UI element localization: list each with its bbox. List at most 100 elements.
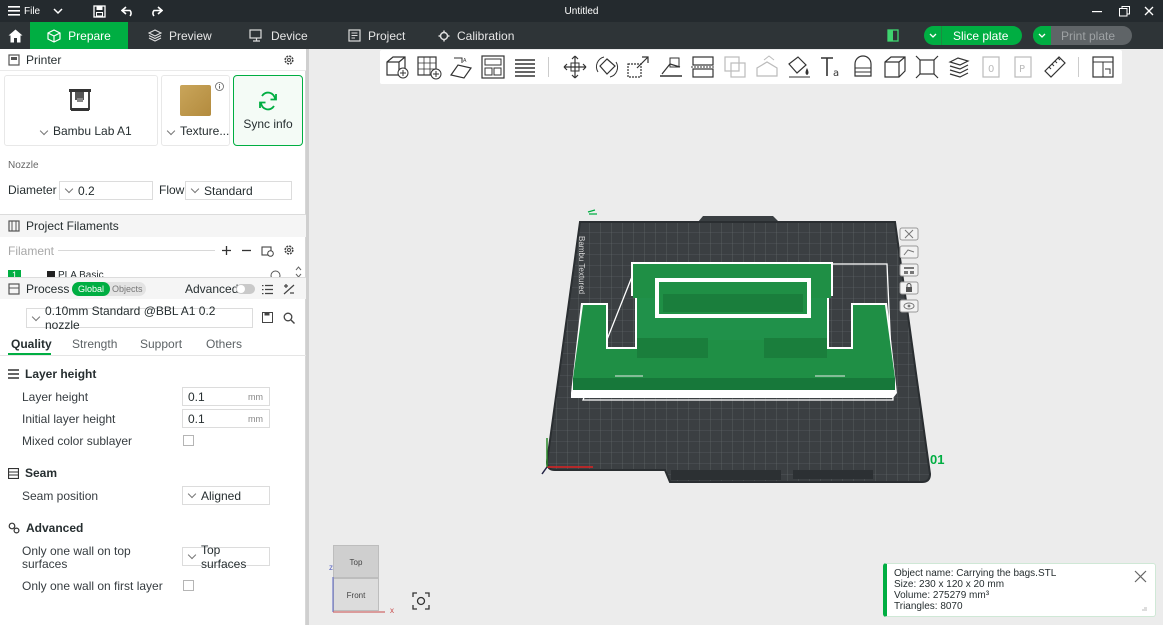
process-preset-value: 0.10mm Standard @BBL A1 0.2 nozzle — [44, 304, 216, 332]
undo-icon[interactable] — [121, 0, 135, 22]
slice-layers-icon[interactable] — [946, 54, 972, 80]
global-objects-toggle[interactable]: Global Objects — [72, 282, 146, 296]
tab-prepare[interactable]: Prepare — [30, 22, 128, 49]
file-dropdown-chevron-icon[interactable] — [52, 0, 64, 22]
home-button[interactable] — [0, 22, 30, 49]
slice-dropdown-chevron-icon[interactable] — [924, 26, 942, 45]
tab-device[interactable]: Device — [249, 22, 308, 49]
flow-select[interactable]: Standard — [185, 181, 292, 200]
search-settings-icon[interactable] — [283, 312, 295, 324]
simplify-icon[interactable] — [754, 54, 780, 80]
filament-sync-icon[interactable] — [261, 244, 274, 257]
ruler-icon[interactable] — [1042, 54, 1068, 80]
seam-position-select[interactable]: Aligned — [182, 486, 270, 505]
plate-type-card[interactable]: Texture... — [161, 75, 230, 146]
tab-calibration[interactable]: Calibration — [438, 22, 514, 49]
zoom-fit-icon[interactable] — [412, 592, 430, 610]
process-list-icon[interactable] — [262, 284, 274, 295]
printer-icon — [69, 89, 91, 111]
save-preset-icon[interactable] — [262, 312, 273, 323]
plate-info-icon[interactable] — [215, 82, 224, 91]
filament-settings-gear-icon[interactable] — [283, 244, 295, 256]
lay-on-face-icon[interactable] — [658, 54, 684, 80]
tab-others[interactable]: Others — [206, 337, 242, 351]
plate-close-icon[interactable] — [899, 227, 919, 241]
plate-layout-icon[interactable] — [887, 22, 899, 49]
printer-card-chevron-icon — [39, 126, 53, 140]
seam-position-label: Seam position — [22, 489, 99, 503]
process-preset-select[interactable]: 0.10mm Standard @BBL A1 0.2 nozzle — [26, 304, 253, 332]
sync-info-button[interactable]: Sync info — [233, 75, 303, 146]
file-menu[interactable]: File — [8, 0, 40, 22]
close-window-icon[interactable] — [1144, 0, 1154, 22]
printer-card[interactable]: Bambu Lab A1 — [4, 75, 158, 146]
object-size-line: Size: 230 x 120 x 20 mm — [894, 579, 1005, 590]
plate-lock-icon[interactable] — [899, 281, 919, 295]
plate-settings-icon[interactable]: P — [1010, 54, 1036, 80]
plate-type-label: Texture... — [180, 124, 230, 138]
arrange-icon[interactable] — [480, 54, 506, 80]
top-wall-select[interactable]: Top surfaces — [182, 543, 270, 571]
seam-icon — [8, 467, 19, 479]
tab-preview[interactable]: Preview — [148, 22, 212, 49]
plate-arrange-icon[interactable] — [899, 263, 919, 277]
tab-strength[interactable]: Strength — [72, 337, 117, 351]
text-tool-icon[interactable]: a — [818, 54, 844, 80]
print-plate-button[interactable]: Print plate — [1033, 26, 1132, 45]
mixed-color-sublayer-label: Mixed color sublayer — [22, 434, 133, 448]
fit-bounds-icon[interactable] — [914, 54, 940, 80]
save-icon[interactable] — [93, 0, 106, 22]
tab-label: Project — [368, 28, 406, 43]
split-view-icon[interactable] — [1090, 54, 1116, 80]
seam-paint-icon[interactable] — [850, 54, 876, 80]
left-sidebar: Printer Bambu Lab A1 Texture... Sync inf… — [0, 49, 306, 625]
slice-plate-button[interactable]: Slice plate — [924, 26, 1022, 45]
add-plate-icon[interactable] — [416, 54, 442, 80]
boolean-icon[interactable] — [722, 54, 748, 80]
objects-option[interactable]: Objects — [112, 282, 143, 296]
tab-project[interactable]: Project — [348, 22, 405, 49]
plate-visibility-icon[interactable] — [899, 299, 919, 313]
preset-chevron-icon — [31, 312, 41, 321]
tab-quality[interactable]: Quality — [11, 337, 52, 351]
redo-icon[interactable] — [149, 0, 163, 22]
build-plate[interactable] — [535, 200, 955, 490]
file-menu-label: File — [24, 5, 41, 17]
diameter-value: 0.2 — [78, 183, 95, 198]
layer-height-input[interactable]: 0.1 mm — [182, 387, 270, 406]
axis-x-label: x — [390, 606, 394, 615]
plate-card-chevron-icon — [166, 126, 180, 140]
auto-orient-icon[interactable]: A — [448, 54, 474, 80]
diameter-select[interactable]: 0.2 — [59, 181, 153, 200]
initial-layer-height-input[interactable]: 0.1 mm — [182, 409, 270, 428]
add-object-icon[interactable] — [384, 54, 410, 80]
tab-support[interactable]: Support — [140, 337, 182, 351]
remove-filament-icon[interactable] — [241, 245, 252, 256]
advanced-toggle[interactable] — [236, 284, 255, 294]
measure-box-icon[interactable] — [882, 54, 908, 80]
restore-icon[interactable] — [1119, 0, 1130, 22]
rotate-icon[interactable] — [594, 54, 620, 80]
active-tab-underline — [8, 353, 51, 355]
print-dropdown-chevron-icon[interactable] — [1033, 26, 1051, 45]
first-layer-wall-checkbox[interactable] — [183, 580, 194, 591]
seam-chevron-icon — [187, 489, 197, 499]
minimize-icon[interactable] — [1092, 0, 1102, 22]
close-info-icon[interactable] — [1134, 570, 1147, 583]
move-icon[interactable] — [562, 54, 588, 80]
add-filament-icon[interactable] — [221, 245, 232, 256]
plate-number: 01 — [930, 452, 945, 467]
scale-icon[interactable] — [626, 54, 652, 80]
cut-icon[interactable] — [690, 54, 716, 80]
global-option[interactable]: Global — [72, 282, 110, 296]
process-tabs: Quality Strength Support Others — [0, 334, 306, 356]
layers-list-icon[interactable] — [512, 54, 538, 80]
mixed-color-sublayer-checkbox[interactable] — [183, 435, 194, 446]
variable-layer-icon[interactable]: 0 — [978, 54, 1004, 80]
paint-support-icon[interactable] — [786, 54, 812, 80]
plate-auto-orient-icon[interactable] — [899, 245, 919, 259]
info-resize-icon[interactable] — [1141, 604, 1148, 611]
nozzle-label: Nozzle — [8, 160, 39, 171]
process-compare-icon[interactable] — [283, 284, 295, 295]
printer-settings-gear-icon[interactable] — [283, 54, 295, 66]
